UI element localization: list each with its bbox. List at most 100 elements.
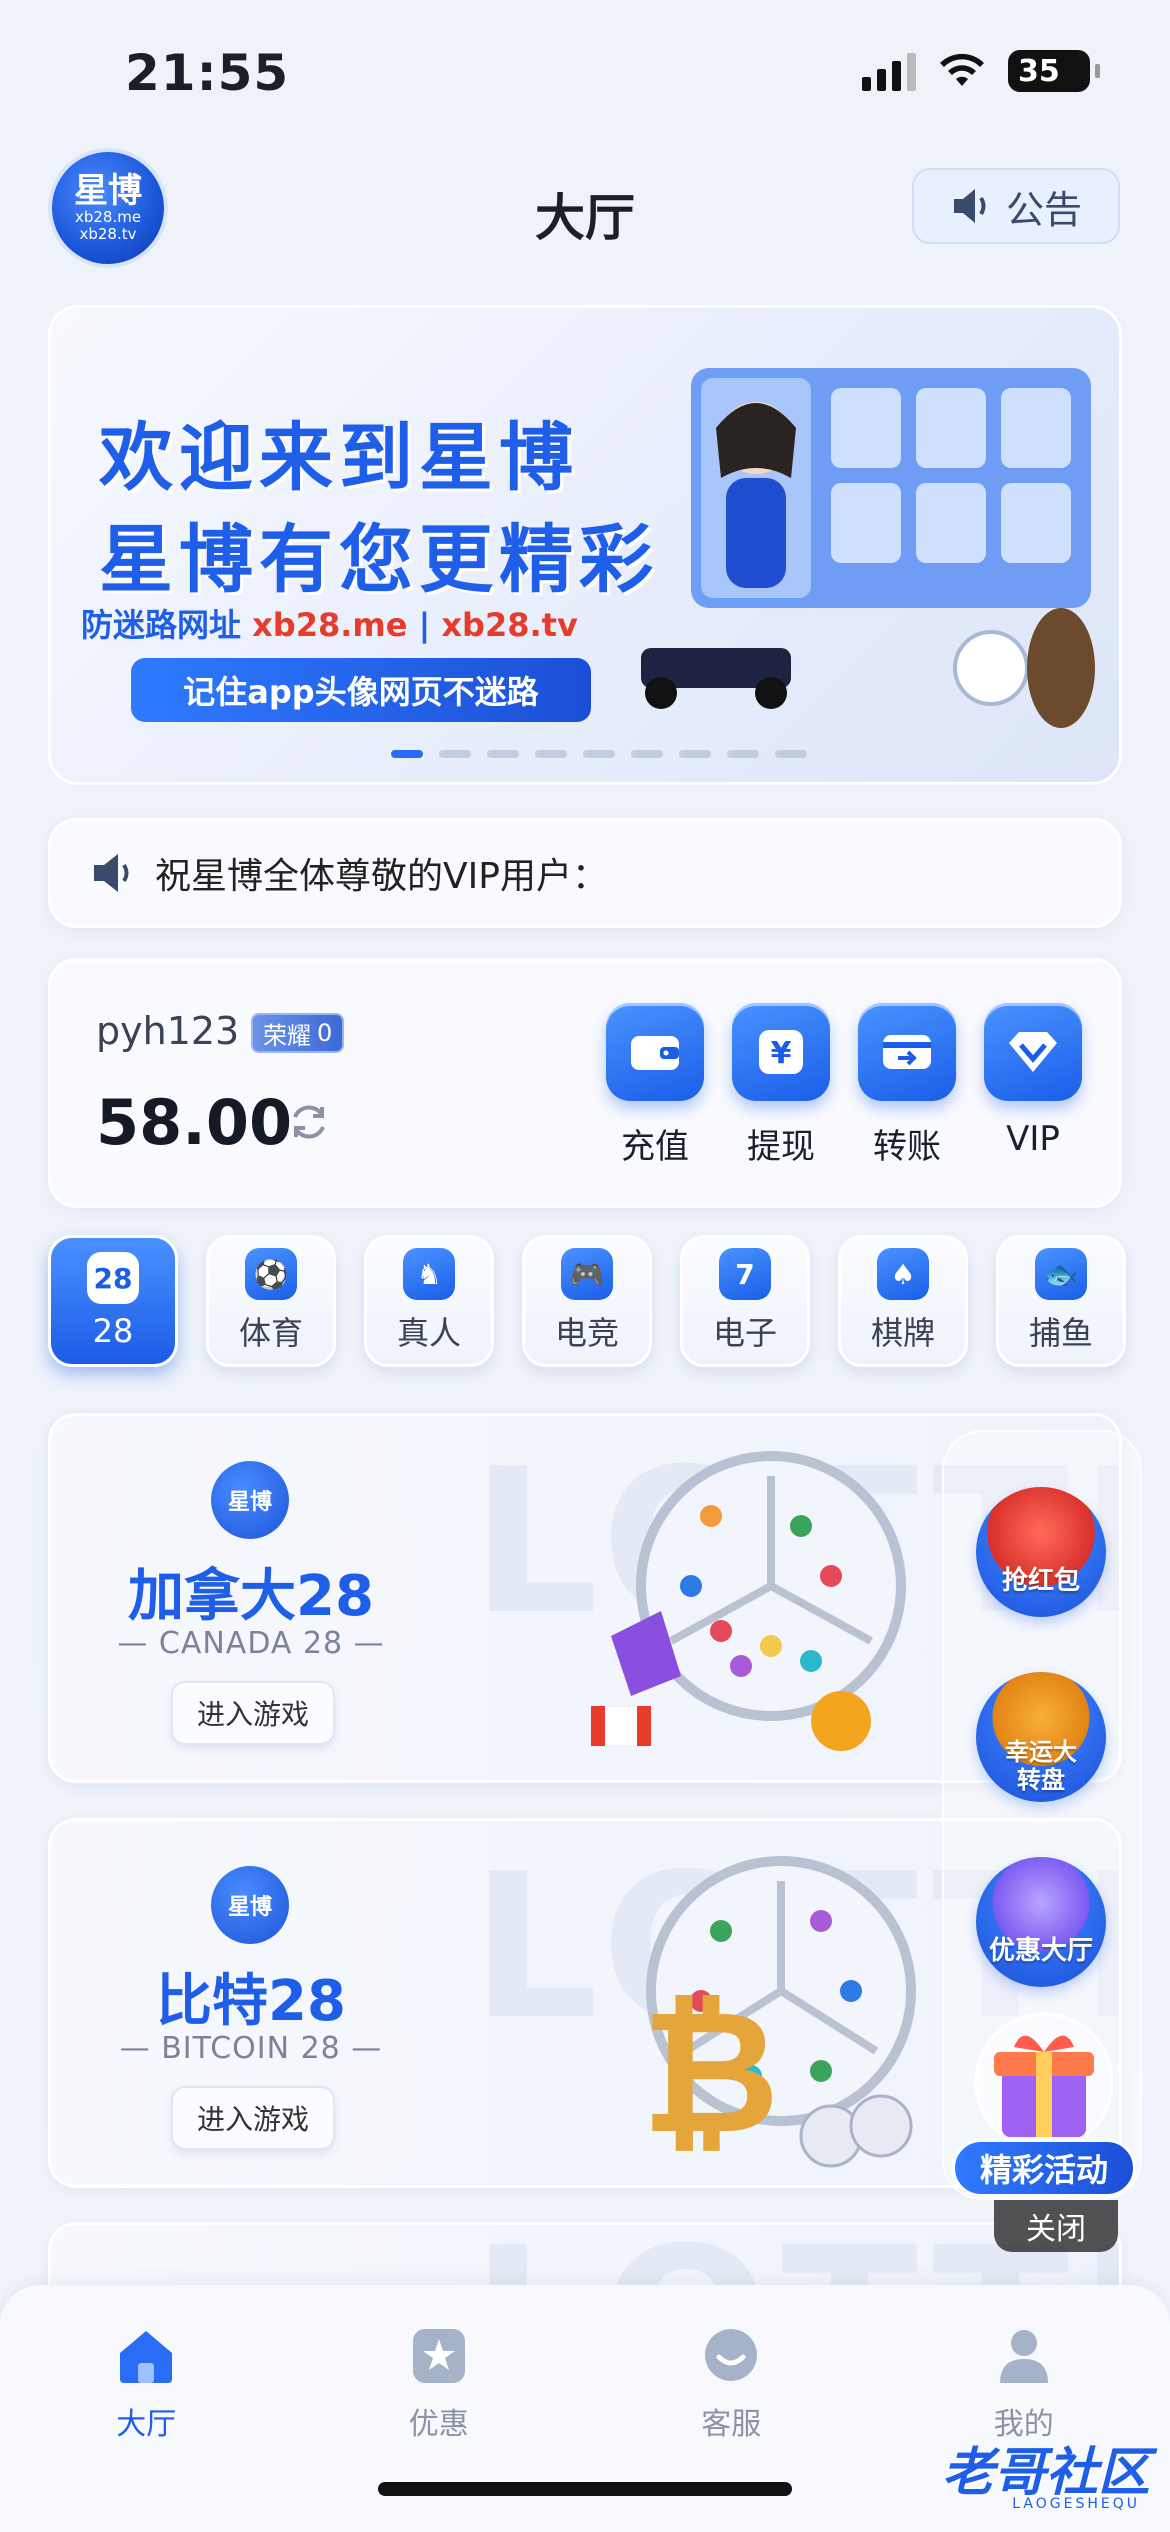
vip-button[interactable]: VIP bbox=[983, 1003, 1083, 1168]
nav-profile[interactable]: 我的 bbox=[878, 2325, 1170, 2443]
pagination-dot[interactable] bbox=[583, 750, 615, 758]
game-subtitle: — BITCOIN 28 — bbox=[119, 2031, 383, 2066]
marquee-text: 祝星博全体尊敬的VIP用户： bbox=[155, 856, 608, 897]
pagination-dot[interactable] bbox=[391, 750, 423, 758]
card-logo: 星博 bbox=[211, 1866, 289, 1944]
category-tabs: 28 28 ⚽ 体育 ♞ 真人 🎮 电竞 7 电子 ♠ 棋牌 🐟 捕鱼 bbox=[48, 1235, 1128, 1367]
wallet-card: pyh123 荣耀 0 58.00 充值 ¥ 提现 转账 VIP bbox=[48, 958, 1122, 1208]
balance: 58.00 bbox=[96, 1086, 293, 1159]
rank-label: 荣耀 bbox=[263, 1021, 311, 1050]
lucky-wheel-label: 幸运大转盘 bbox=[1005, 1738, 1077, 1794]
floating-promo-panel: 抢红包 幸运大转盘 优惠大厅 精彩活动 关闭 bbox=[942, 1430, 1142, 2252]
gamepad-icon: 🎮 bbox=[561, 1248, 613, 1300]
enter-game-button[interactable]: 进入游戏 bbox=[171, 1681, 335, 1745]
promo-hall-button[interactable]: 优惠大厅 bbox=[976, 1857, 1106, 1987]
tab-slots[interactable]: 7 电子 bbox=[680, 1235, 810, 1367]
signal-icon bbox=[862, 51, 916, 91]
username: pyh123 bbox=[96, 1009, 240, 1053]
tab-label: 体育 bbox=[238, 1314, 303, 1352]
star-icon bbox=[412, 2329, 465, 2383]
spade-icon: ♠ bbox=[877, 1248, 929, 1300]
promo-hall-label: 优惠大厅 bbox=[988, 1936, 1093, 1966]
battery-level: 35 bbox=[1018, 53, 1060, 89]
transfer-label: 转账 bbox=[873, 1127, 941, 1167]
status-bar: 21:55 35 bbox=[0, 0, 1170, 140]
status-time: 21:55 bbox=[125, 44, 290, 102]
notice-label: 公告 bbox=[1005, 187, 1082, 232]
lucky-wheel-button[interactable]: 幸运大转盘 bbox=[976, 1672, 1106, 1802]
pagination-dot[interactable] bbox=[535, 750, 567, 758]
home-icon bbox=[120, 2331, 173, 2383]
pagination-dot[interactable] bbox=[487, 750, 519, 758]
game-subtitle: — CANADA 28 — bbox=[117, 1626, 385, 1661]
banner-tagline: 星博有您更精彩 bbox=[99, 517, 659, 603]
tab-label: 电子 bbox=[712, 1314, 777, 1352]
nav-label: 大厅 bbox=[116, 2407, 177, 2442]
home-indicator bbox=[378, 2482, 792, 2496]
rank-level: 0 bbox=[317, 1019, 333, 1047]
lottery-drum-illustration bbox=[590, 1451, 906, 1751]
game-title: 加拿大28 bbox=[128, 1564, 374, 1629]
tab-label: 真人 bbox=[396, 1314, 461, 1352]
banner-illustration bbox=[641, 368, 1095, 728]
nav-support[interactable]: 客服 bbox=[585, 2325, 878, 2443]
promo-banner[interactable]: 欢迎来到星博 星博有您更精彩 防迷路网址 xb28.me | xb28.tv 记… bbox=[48, 305, 1122, 785]
tab-fishing[interactable]: 🐟 捕鱼 bbox=[996, 1235, 1126, 1367]
game-title: 比特28 bbox=[156, 1969, 346, 2034]
banner-url-2: xb28.tv bbox=[441, 606, 578, 644]
pagination-dot[interactable] bbox=[679, 750, 711, 758]
diamond-icon bbox=[984, 1003, 1082, 1101]
tab-28[interactable]: 28 28 bbox=[48, 1235, 178, 1367]
pagination-dot[interactable] bbox=[439, 750, 471, 758]
speaker-icon bbox=[94, 854, 129, 892]
banner-pagination[interactable] bbox=[391, 750, 807, 758]
yen-icon: ¥ bbox=[732, 1003, 830, 1101]
soccer-ball-icon: ⚽ bbox=[245, 1248, 297, 1300]
gift-box-icon bbox=[974, 2012, 1114, 2152]
fish-icon: 🐟 bbox=[1035, 1248, 1087, 1300]
banner-url-prefix: 防迷路网址 bbox=[81, 606, 242, 644]
wifi-icon bbox=[938, 52, 986, 90]
lottery-28-icon: 28 bbox=[87, 1252, 139, 1304]
svg-text:¥: ¥ bbox=[771, 1036, 792, 1071]
deposit-label: 充值 bbox=[621, 1127, 689, 1167]
banner-url-sep: | bbox=[418, 606, 431, 644]
transfer-icon bbox=[858, 1003, 956, 1101]
pagination-dot[interactable] bbox=[775, 750, 807, 758]
tab-cards[interactable]: ♠ 棋牌 bbox=[838, 1235, 968, 1367]
nav-lobby[interactable]: 大厅 bbox=[0, 2325, 293, 2443]
enter-game-button[interactable]: 进入游戏 bbox=[171, 2086, 335, 2150]
lucky-seven-icon: 7 bbox=[719, 1248, 771, 1300]
tab-label: 捕鱼 bbox=[1028, 1314, 1093, 1352]
header: 星博 xb28.me xb28.tv 大厅 公告 bbox=[0, 140, 1170, 270]
pagination-dot[interactable] bbox=[727, 750, 759, 758]
close-floating-button[interactable]: 关闭 bbox=[994, 2200, 1118, 2252]
withdraw-label: 提现 bbox=[747, 1127, 815, 1167]
banner-pill: 记住app头像网页不迷路 bbox=[131, 658, 591, 722]
chat-icon bbox=[705, 2329, 758, 2381]
banner-urls: 防迷路网址 xb28.me | xb28.tv bbox=[81, 600, 578, 646]
pagination-dot[interactable] bbox=[631, 750, 663, 758]
svg-text:₿: ₿ bbox=[641, 1974, 780, 2172]
notice-button[interactable]: 公告 bbox=[912, 168, 1120, 244]
vip-label: VIP bbox=[1006, 1119, 1060, 1159]
watermark-logo: 老哥社区 bbox=[941, 2443, 1150, 2503]
banner-url-1: xb28.me bbox=[252, 606, 408, 644]
rank-badge: 荣耀 0 bbox=[251, 1013, 345, 1053]
announcement-marquee[interactable]: 祝星博全体尊敬的VIP用户： bbox=[48, 818, 1122, 928]
tab-sports[interactable]: ⚽ 体育 bbox=[206, 1235, 336, 1367]
lottery-drum-illustration: ₿ bbox=[641, 1856, 916, 2172]
status-icons: 35 bbox=[862, 50, 1100, 92]
transfer-button[interactable]: 转账 bbox=[857, 1003, 957, 1168]
refresh-icon[interactable] bbox=[286, 1099, 332, 1145]
events-button[interactable]: 精彩活动 bbox=[952, 2139, 1136, 2197]
deposit-button[interactable]: 充值 bbox=[605, 1003, 705, 1168]
red-packet-button[interactable]: 抢红包 bbox=[976, 1487, 1106, 1617]
nav-promotions[interactable]: 优惠 bbox=[293, 2325, 586, 2443]
withdraw-button[interactable]: ¥ 提现 bbox=[731, 1003, 831, 1168]
tab-live[interactable]: ♞ 真人 bbox=[364, 1235, 494, 1367]
speaker-icon bbox=[953, 189, 986, 223]
wallet-icon bbox=[606, 1003, 704, 1101]
nav-label: 客服 bbox=[701, 2407, 762, 2442]
tab-esports[interactable]: 🎮 电竞 bbox=[522, 1235, 652, 1367]
